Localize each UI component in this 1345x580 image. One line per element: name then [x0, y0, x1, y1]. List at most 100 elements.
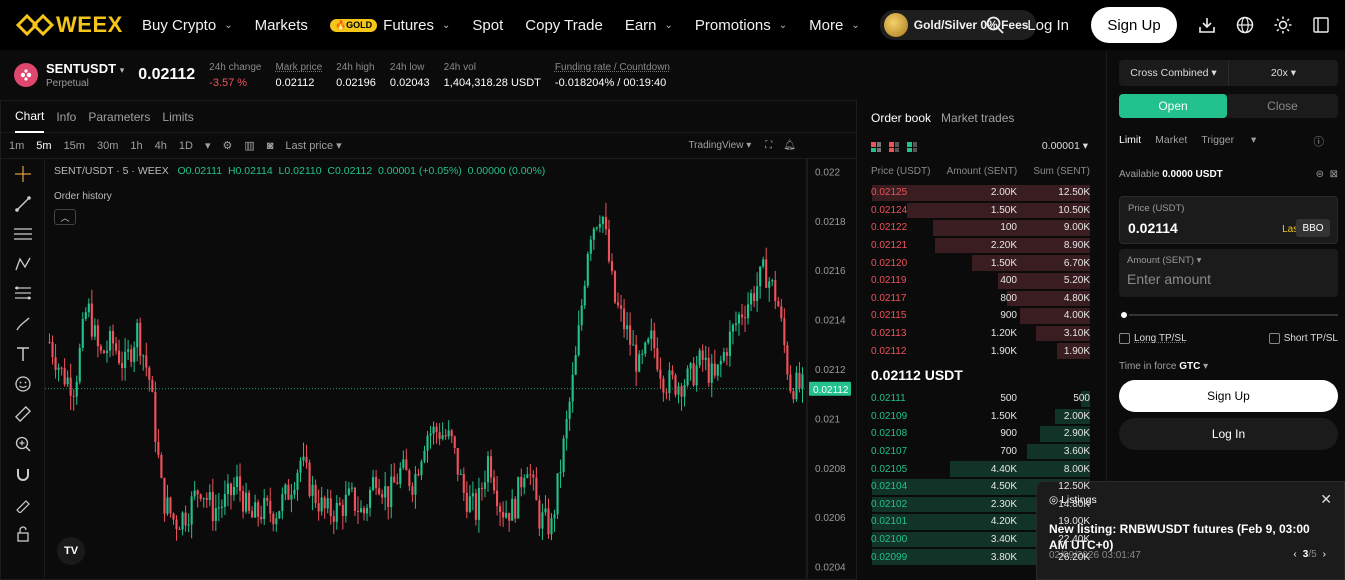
price-value[interactable]: 0.02114 [1128, 220, 1178, 236]
nav-item-5[interactable]: Earn ⌄ [625, 17, 673, 34]
ask-row[interactable]: 0.02115 900 4.00K [860, 307, 1104, 325]
chart-tab-parameters[interactable]: Parameters [88, 101, 150, 133]
ask-row[interactable]: 0.02117 800 4.80K [860, 290, 1104, 308]
nav-item-1[interactable]: Markets [255, 17, 308, 34]
fib-icon[interactable] [1, 279, 45, 309]
ask-row[interactable]: 0.02120 1.50K 6.70K [860, 254, 1104, 272]
trade-signup-button[interactable]: Sign Up [1119, 380, 1338, 412]
amount-unit-select[interactable]: Amount (SENT) ▾ [1127, 255, 1201, 266]
crosshair-icon[interactable] [1, 159, 45, 189]
layout-icon[interactable]: ▥ [244, 139, 254, 152]
price-field[interactable]: Price (USDT) 0.02114 Last BBO [1119, 196, 1338, 244]
bid-row[interactable]: 0.02108 900 2.90K [860, 425, 1104, 443]
timeframe-5m[interactable]: 5m [36, 140, 51, 152]
draw-lock-icon[interactable] [1, 489, 45, 519]
bell-icon[interactable]: 🔔︎ [783, 140, 796, 151]
order-history-toggle[interactable]: Order history [54, 191, 112, 202]
nav-item-0[interactable]: Buy Crypto ⌄ [142, 17, 233, 34]
camera-icon[interactable]: ◙ [267, 140, 274, 152]
price-chart[interactable]: 0.022 0.0218 0.0216 0.0214 0.0212 0.021 0.0208… [45, 159, 853, 579]
prev-icon[interactable]: ‹ [1293, 549, 1296, 560]
open-tab[interactable]: Open [1119, 94, 1227, 118]
zoom-icon[interactable] [1, 429, 45, 459]
download-icon[interactable] [1197, 15, 1217, 35]
orderbook-asks-view-icon[interactable] [889, 142, 899, 152]
orderbook-both-view-icon[interactable] [871, 142, 881, 152]
nav-item-2[interactable]: 🔥GOLD Futures ⌄ [329, 17, 450, 34]
info-icon[interactable]: ⓘ [1314, 134, 1325, 149]
indicators-icon[interactable]: ⚙ [222, 139, 232, 152]
order-type-market[interactable]: Market [1155, 134, 1187, 146]
text-icon[interactable] [1, 339, 45, 369]
margin-mode-select[interactable]: Cross Combined ▾ [1119, 60, 1229, 86]
trend-line-icon[interactable] [1, 189, 45, 219]
menu-icon[interactable] [1311, 15, 1331, 35]
tradingview-logo[interactable]: TV [57, 537, 85, 565]
order-type-limit[interactable]: Limit [1119, 134, 1141, 146]
nav-signup-button[interactable]: Sign Up [1091, 7, 1177, 43]
timeframe-1D[interactable]: 1D [179, 140, 193, 152]
emoji-icon[interactable] [1, 369, 45, 399]
bbo-button[interactable]: BBO [1296, 219, 1330, 237]
ask-row[interactable]: 0.02112 1.90K 1.90K [860, 342, 1104, 360]
long-tpsl-checkbox[interactable]: Long TP/SL [1119, 333, 1187, 344]
brush-icon[interactable] [1, 309, 45, 339]
theme-sun-icon[interactable] [1273, 15, 1293, 35]
orderbook-bids-view-icon[interactable] [907, 142, 917, 152]
transfer-icons[interactable]: ⊜ ⊠ [1316, 169, 1338, 180]
search-icon[interactable] [985, 15, 1005, 35]
orderbook-tab-0[interactable]: Order book [871, 111, 931, 125]
nav-item-3[interactable]: Spot [472, 17, 503, 34]
weex-logo[interactable]: WEEX [16, 12, 128, 37]
orderbook-tab-1[interactable]: Market trades [941, 111, 1014, 125]
nav-item-4[interactable]: Copy Trade [525, 17, 603, 34]
nav-item-6[interactable]: Promotions ⌄ [695, 17, 787, 34]
slider-handle[interactable] [1119, 310, 1129, 320]
tradingview-select[interactable]: TradingView ▾ ⛶ 🔔︎ [688, 140, 796, 151]
fullscreen-icon[interactable]: ⛶ [765, 140, 772, 151]
tick-size-select[interactable]: 0.00001 ▾ [1042, 140, 1088, 152]
close-tab[interactable]: Close [1227, 94, 1338, 118]
globe-icon[interactable] [1235, 15, 1255, 35]
bid-row[interactable]: 0.02109 1.50K 2.00K [860, 408, 1104, 426]
bid-row[interactable]: 0.02105 4.40K 8.00K [860, 460, 1104, 478]
amount-input[interactable] [1127, 271, 1327, 287]
nav-item-7[interactable]: More ⌄ [809, 17, 860, 34]
horizontal-lines-icon[interactable] [1, 219, 45, 249]
collapse-chevron-icon[interactable]: ︿ [54, 209, 76, 225]
chart-tab-info[interactable]: Info [56, 101, 76, 133]
ruler-icon[interactable] [1, 399, 45, 429]
candlestick-chart[interactable]: 0.022 0.0218 0.0216 0.0214 0.0212 0.021 0.0208… [45, 159, 853, 579]
chart-tab-chart[interactable]: Chart [15, 101, 45, 133]
timeframe-15m[interactable]: 15m [64, 140, 85, 152]
bid-row[interactable]: 0.02107 700 3.60K [860, 443, 1104, 461]
time-in-force-select[interactable]: Time in force GTC ▾ [1119, 361, 1208, 372]
timeframe-1h[interactable]: 1h [130, 140, 142, 152]
close-icon[interactable]: ✕ [1320, 491, 1332, 508]
ask-row[interactable]: 0.02113 1.20K 3.10K [860, 325, 1104, 343]
order-type-trigger[interactable]: Trigger ▾ [1201, 134, 1256, 146]
timeframe-4h[interactable]: 4h [155, 140, 167, 152]
lock-icon[interactable] [1, 519, 45, 549]
timeframe-30m[interactable]: 30m [97, 140, 118, 152]
amount-slider[interactable] [1119, 310, 1338, 320]
ask-row[interactable]: 0.02122 100 9.00K [860, 219, 1104, 237]
short-tpsl-checkbox[interactable]: Short TP/SL [1268, 333, 1338, 344]
symbol-selector[interactable]: SENTUSDT ▾ Perpetual [14, 61, 124, 89]
trade-login-button[interactable]: Log In [1119, 418, 1338, 450]
magnet-icon[interactable] [1, 459, 45, 489]
timeframe-1m[interactable]: 1m [9, 140, 24, 152]
nav-login-link[interactable]: Log In [1027, 17, 1069, 34]
ask-row[interactable]: 0.02125 2.00K 12.50K [860, 184, 1104, 202]
chart-tab-limits[interactable]: Limits [162, 101, 193, 133]
bid-row[interactable]: 0.02111 500 500 [860, 390, 1104, 408]
ask-row[interactable]: 0.02121 2.20K 8.90K [860, 237, 1104, 255]
leverage-select[interactable]: 20x ▾ [1229, 60, 1338, 86]
ask-row[interactable]: 0.02119 400 5.20K [860, 272, 1104, 290]
pattern-icon[interactable] [1, 249, 45, 279]
last-price-select[interactable]: Last price ▾ [285, 139, 341, 152]
timeframe-chevron-icon[interactable]: ▾ [205, 139, 211, 152]
ask-row[interactable]: 0.02124 1.50K 10.50K [860, 202, 1104, 220]
next-icon[interactable]: › [1323, 549, 1326, 560]
candle-body [677, 386, 680, 395]
